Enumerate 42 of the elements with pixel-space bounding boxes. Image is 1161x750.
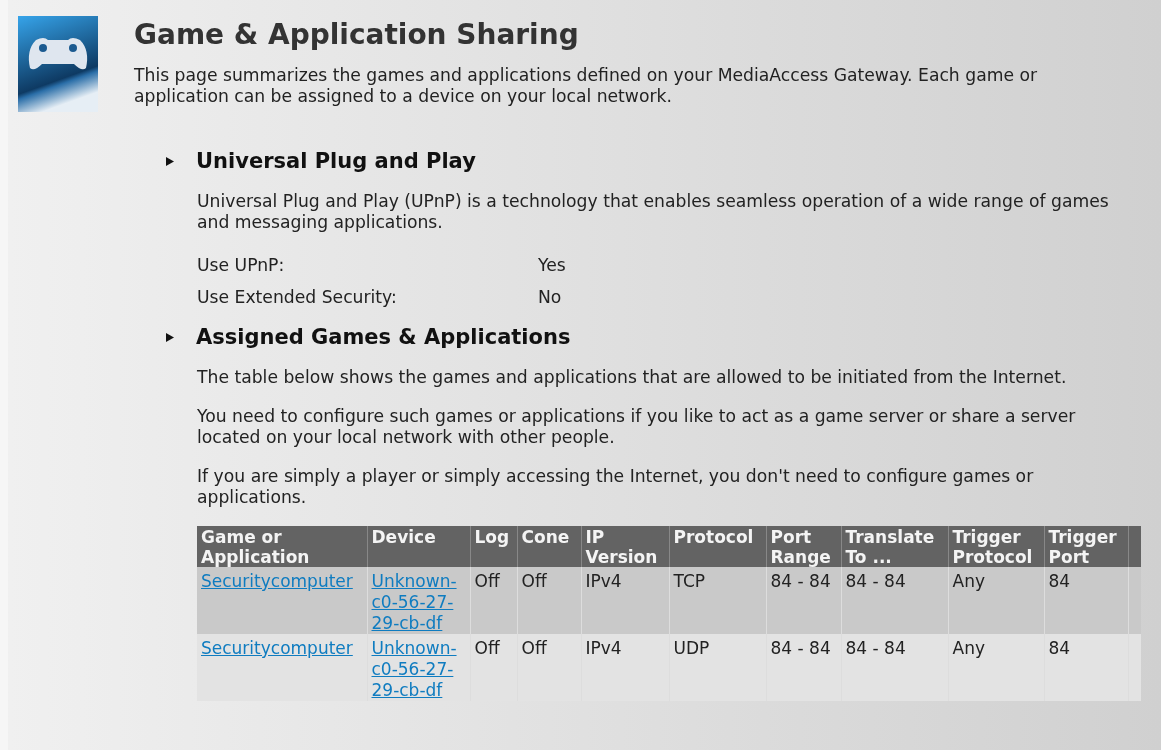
setting-value: No bbox=[538, 287, 562, 309]
table-cell: 84 bbox=[1044, 567, 1128, 634]
table-cell: IPv4 bbox=[581, 567, 669, 634]
section-paragraph: The table below shows the games and applications that are allowed to be initiated from the Internet. bbox=[197, 367, 1068, 388]
table-cell: TCP bbox=[669, 567, 766, 634]
triangle-bullet-icon bbox=[166, 332, 174, 342]
triangle-bullet-icon bbox=[166, 156, 174, 166]
section-paragraph: You need to configure such games or applications if you like to act as a game server or share a server located on your local network with other people. bbox=[197, 406, 1077, 448]
table-cell: 84 bbox=[1044, 634, 1128, 701]
setting-label: Use Extended Security: bbox=[197, 287, 398, 309]
table-cell: IPv4 bbox=[581, 634, 669, 701]
column-header: Trigger Protocol bbox=[948, 526, 1044, 567]
column-header: Device bbox=[367, 526, 470, 567]
section-title: Assigned Games & Applications bbox=[196, 325, 571, 349]
setting-label: Use UPnP: bbox=[197, 255, 286, 277]
column-header: Protocol bbox=[669, 526, 766, 567]
table-cell: Off bbox=[517, 634, 581, 701]
column-header: Cone bbox=[517, 526, 581, 567]
page-description: This page summarizes the games and applications defined on your MediaAccess Gateway. Each game or application can be assigned to a device on your local network. bbox=[134, 65, 1039, 107]
table-cell: Any bbox=[948, 634, 1044, 701]
column-header: Log bbox=[470, 526, 517, 567]
table-cell: UDP bbox=[669, 634, 766, 701]
table-cell: 84 - 84 bbox=[841, 634, 948, 701]
table-cell: 84 - 84 bbox=[841, 567, 948, 634]
column-header: IP Version bbox=[581, 526, 669, 567]
section-paragraph: Universal Plug and Play (UPnP) is a technology that enables seamless operation of a wide range of games and messaging applications. bbox=[197, 191, 1110, 233]
table-cell: Any bbox=[948, 567, 1044, 634]
table-cell: 84 - 84 bbox=[766, 567, 841, 634]
table-cell: 84 - 84 bbox=[766, 634, 841, 701]
page-title: Game & Application Sharing bbox=[134, 18, 580, 51]
table-cell: Off bbox=[470, 567, 517, 634]
column-header: Translate To ... bbox=[841, 526, 948, 567]
column-header: Game or Application bbox=[197, 526, 367, 567]
gamepad-icon bbox=[18, 16, 98, 112]
setting-value: Yes bbox=[538, 255, 566, 277]
table-link[interactable]: Unknown-c0-56-27-29-cb-df bbox=[371, 638, 466, 701]
column-header: Port Range bbox=[766, 526, 841, 567]
table-cell: Off bbox=[470, 634, 517, 701]
section-paragraph: If you are simply a player or simply accessing the Internet, you don't need to configure games or applications. bbox=[197, 466, 1035, 508]
section-title: Universal Plug and Play bbox=[196, 149, 476, 173]
column-header: Trigger Port bbox=[1044, 526, 1128, 567]
table-cell: Off bbox=[517, 567, 581, 634]
